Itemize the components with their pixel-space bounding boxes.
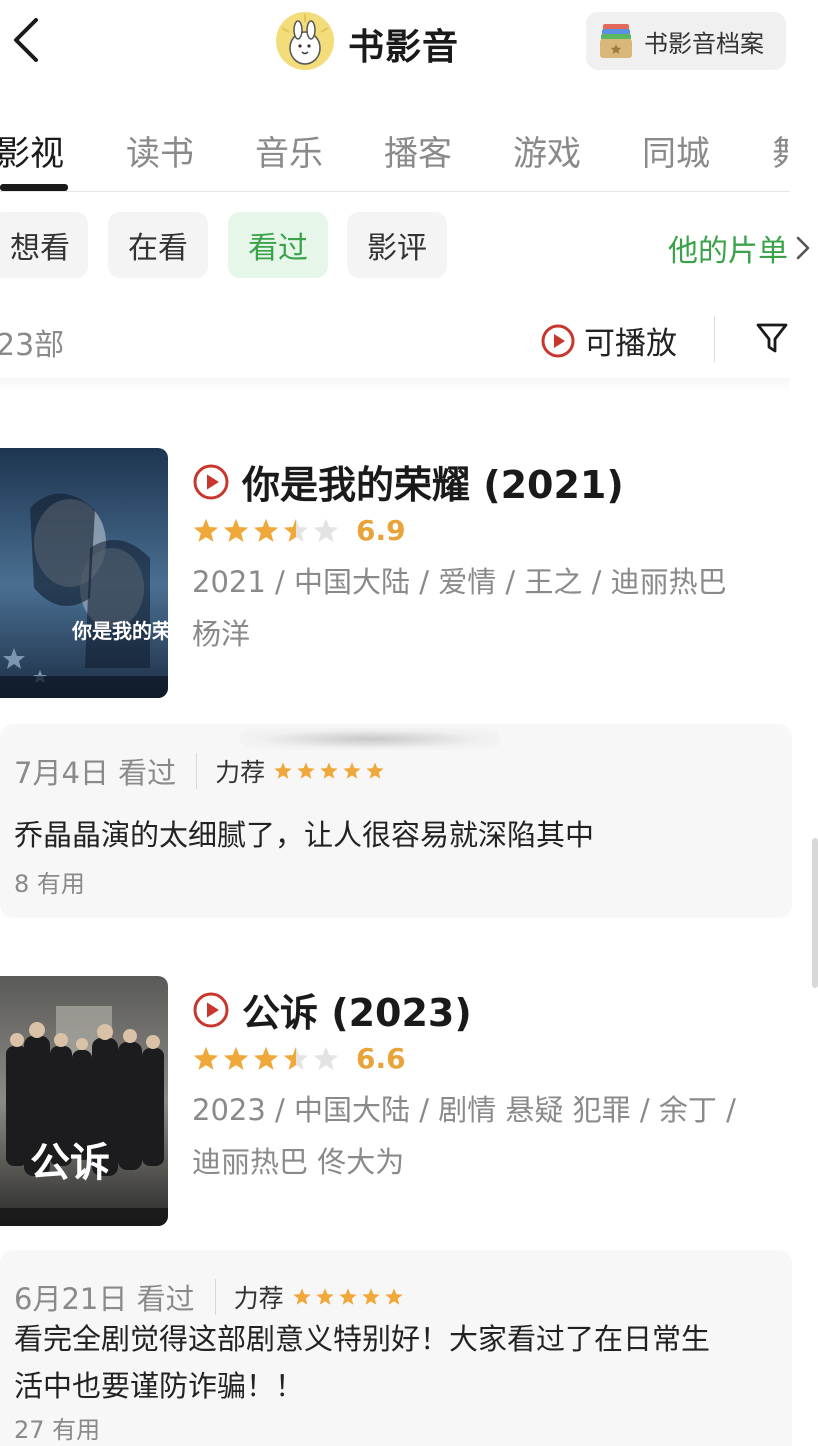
- star-half-icon: [283, 518, 309, 542]
- review-stars: [292, 1287, 407, 1307]
- tab-music[interactable]: 音乐: [255, 126, 323, 175]
- poster-title-text: 公诉: [30, 1139, 110, 1186]
- scrollbar-thumb[interactable]: [812, 838, 818, 988]
- toolbar-shadow: [0, 378, 790, 392]
- chevron-right-icon: [796, 236, 810, 260]
- review-text-line: 看完全剧觉得这部剧意义特别好！大家看过了在日常生: [14, 1322, 711, 1356]
- chip-watched[interactable]: 看过: [228, 212, 328, 278]
- list-item[interactable]: 你是我的荣耀 你是我的荣耀 (2021) 6.9 2021 / 中国大陆 / 爱…: [0, 448, 818, 918]
- meta-line: 迪丽热巴 佟大为: [192, 1145, 405, 1179]
- star-full-icon: [384, 1288, 403, 1305]
- review-card[interactable]: 6月21日 看过 力荐 看完全剧觉得这部剧意义特别好！大家看过了在日常生 活中也…: [0, 1250, 792, 1446]
- chip-want-to-watch[interactable]: 想看: [0, 212, 88, 278]
- archive-label: 书影音档案: [644, 29, 764, 58]
- poster-title-text: 你是我的荣耀: [71, 619, 168, 643]
- star-full-icon: [274, 762, 292, 779]
- useful-count[interactable]: 8 有用: [14, 864, 85, 899]
- review-header: 7月4日 看过 力荐: [14, 750, 388, 792]
- star-full-icon: [366, 762, 384, 779]
- status-filter-chips: 想看 在看 看过 影评 他的片单: [0, 212, 818, 280]
- star-full-icon: [361, 1288, 380, 1305]
- movie-meta: 2021 / 中国大陆 / 爱情 / 王之 / 迪丽热巴 杨洋: [192, 556, 782, 660]
- tab-more[interactable]: 舞: [772, 126, 788, 175]
- redacted-blur: [240, 728, 500, 750]
- movie-meta: 2023 / 中国大陆 / 剧情 悬疑 犯罪 / 余丁 / 迪丽热巴 佟大为: [192, 1084, 782, 1188]
- movie-title: 你是我的荣耀 (2021): [242, 463, 624, 507]
- list-item[interactable]: 公诉 公诉 (2023) 6.6 2023 / 中国大陆 / 剧情 悬疑 犯罪 …: [0, 976, 818, 1446]
- tab-podcast[interactable]: 播客: [384, 126, 452, 175]
- review-divider: [196, 753, 198, 789]
- movie-title-row[interactable]: 公诉 (2023): [192, 982, 472, 1037]
- playable-label: 可播放: [584, 326, 677, 362]
- tab-film[interactable]: 影视: [0, 126, 64, 175]
- star-full-icon: [297, 762, 315, 779]
- review-stars: [273, 761, 388, 781]
- movie-title: 公诉 (2023): [242, 991, 472, 1035]
- app-logo: [276, 12, 334, 70]
- play-circle-icon[interactable]: [192, 991, 230, 1029]
- rating-stars: [192, 517, 342, 545]
- movie-title-row[interactable]: 你是我的荣耀 (2021): [192, 454, 624, 509]
- top-bar: 书影音 书影音档案: [0, 0, 818, 86]
- review-card[interactable]: 7月4日 看过 力荐 乔晶晶演的太细腻了，让人很容易就深陷其中 8 有用: [0, 724, 792, 918]
- chip-watching[interactable]: 在看: [108, 212, 208, 278]
- meta-line: 2023 / 中国大陆 / 剧情 悬疑 犯罪 / 余丁 /: [192, 1093, 736, 1127]
- useful-count[interactable]: 27 有用: [14, 1410, 100, 1445]
- archive-button[interactable]: 书影音档案: [586, 12, 786, 70]
- back-button[interactable]: [8, 14, 48, 66]
- star-full-icon: [338, 1288, 357, 1305]
- star-full-icon: [253, 518, 279, 542]
- rating-stars: [192, 1045, 342, 1073]
- star-half-icon: [283, 1046, 309, 1070]
- star-full-icon: [193, 518, 219, 542]
- list-toolbar: 23部 可播放: [0, 300, 818, 380]
- archive-box-icon: [600, 24, 632, 58]
- poster-image[interactable]: 公诉: [0, 976, 168, 1226]
- star-full-icon: [320, 762, 338, 779]
- review-date: 6月21日 看过: [14, 1282, 195, 1316]
- chip-reviews[interactable]: 影评: [347, 212, 447, 278]
- review-text: 看完全剧觉得这部剧意义特别好！大家看过了在日常生 活中也要谨防诈骗！！: [14, 1316, 784, 1410]
- star-full-icon: [292, 1288, 311, 1305]
- chevron-left-icon: [14, 18, 38, 62]
- playable-toggle[interactable]: 可播放: [540, 318, 677, 363]
- review-date: 7月4日 看过: [14, 756, 177, 790]
- review-text-line: 活中也要谨防诈骗！！: [14, 1369, 305, 1403]
- star-empty-icon: [313, 518, 339, 542]
- star-full-icon: [315, 1288, 334, 1305]
- star-full-icon: [253, 1046, 279, 1070]
- page-title: 书影音: [348, 27, 460, 68]
- rating-score: 6.9: [356, 514, 406, 547]
- review-recommend: 力荐: [215, 758, 266, 787]
- star-full-icon: [193, 1046, 219, 1070]
- item-count: 23部: [0, 328, 65, 363]
- tab-local[interactable]: 同城: [642, 126, 710, 175]
- rating-score: 6.6: [356, 1042, 406, 1075]
- review-recommend: 力荐: [233, 1284, 284, 1313]
- poster-image[interactable]: 你是我的荣耀: [0, 448, 168, 698]
- review-header: 6月21日 看过 力荐: [14, 1276, 407, 1318]
- star-full-icon: [223, 518, 249, 542]
- play-circle-icon[interactable]: [192, 463, 230, 501]
- star-empty-icon: [313, 1046, 339, 1070]
- category-tabs: 影视 读书 音乐 播客 游戏 同城 舞: [0, 118, 790, 192]
- meta-line: 杨洋: [192, 617, 251, 651]
- rating-row: 6.6: [192, 1042, 406, 1075]
- meta-line: 2021 / 中国大陆 / 爱情 / 王之 / 迪丽热巴: [192, 565, 727, 599]
- review-text: 乔晶晶演的太细腻了，让人很容易就深陷其中: [14, 818, 595, 852]
- tab-games[interactable]: 游戏: [513, 126, 581, 175]
- star-full-icon: [223, 1046, 249, 1070]
- review-divider: [214, 1279, 216, 1315]
- active-tab-indicator: [0, 184, 68, 191]
- star-full-icon: [343, 762, 361, 779]
- filter-funnel-icon[interactable]: [754, 320, 790, 356]
- playlist-link[interactable]: 他的片单: [668, 226, 788, 270]
- toolbar-divider: [714, 316, 715, 362]
- play-circle-icon: [541, 324, 575, 357]
- rating-row: 6.9: [192, 514, 406, 547]
- tab-books[interactable]: 读书: [126, 126, 194, 175]
